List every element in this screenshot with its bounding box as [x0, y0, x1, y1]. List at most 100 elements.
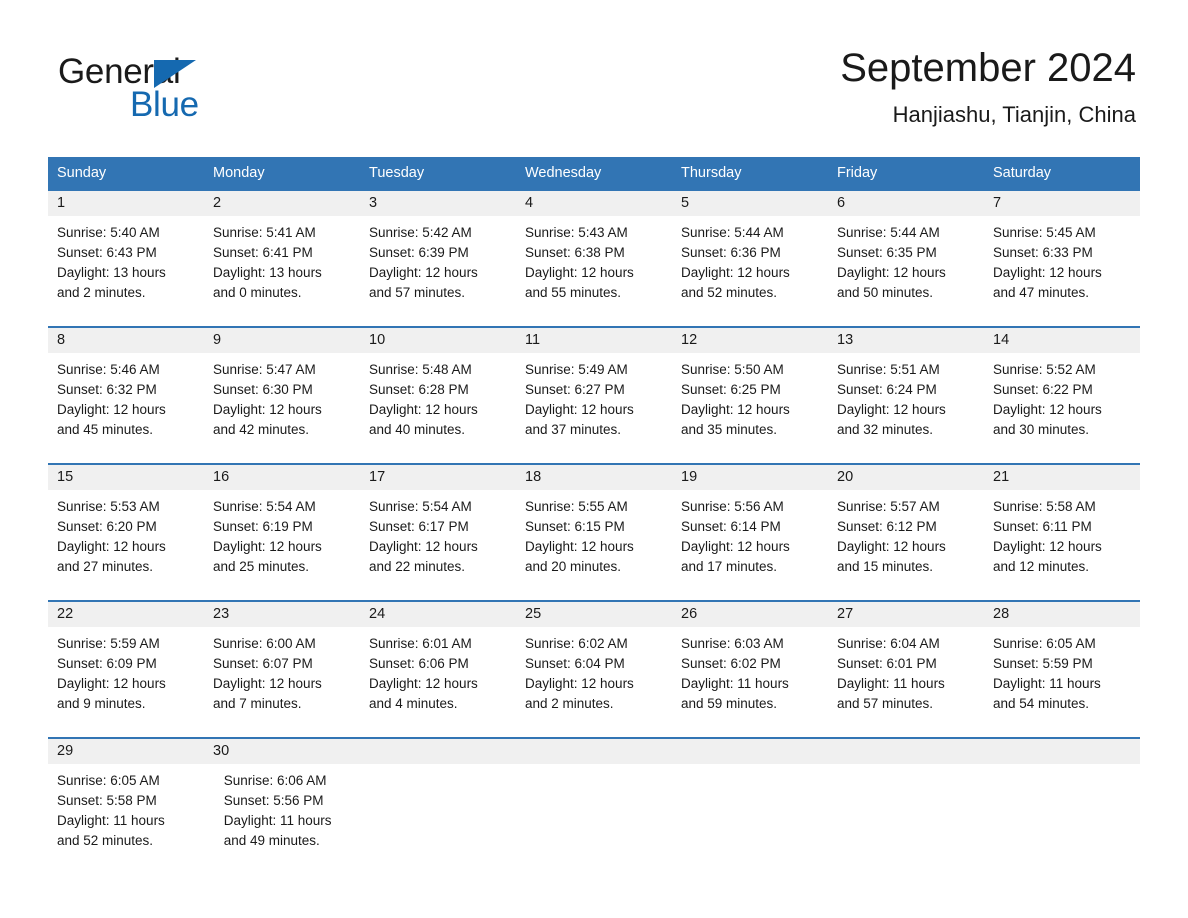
day-cell[interactable]: Sunrise: 5:53 AM Sunset: 6:20 PM Dayligh…	[48, 497, 204, 600]
day-number[interactable]: 13	[828, 328, 984, 353]
sunset-text: Sunset: 6:07 PM	[213, 656, 313, 671]
sunset-text: Sunset: 5:58 PM	[57, 793, 157, 808]
week-date-band: 8 9 10 11 12 13 14	[48, 328, 1140, 353]
daylight-text-line1: Daylight: 12 hours	[369, 676, 478, 691]
day-number[interactable]: 22	[48, 602, 204, 627]
daylight-text-line1: Daylight: 12 hours	[837, 539, 946, 554]
daylight-text-line2: and 30 minutes.	[993, 422, 1090, 437]
day-cell-empty	[988, 771, 1140, 874]
daylight-text-line2: and 9 minutes.	[57, 696, 146, 711]
sunset-text: Sunset: 6:27 PM	[525, 382, 625, 397]
day-number[interactable]: 27	[828, 602, 984, 627]
day-number[interactable]: 20	[828, 465, 984, 490]
sunrise-text: Sunrise: 5:48 AM	[369, 362, 472, 377]
weekday-header-sunday: Sunday	[57, 165, 107, 181]
day-cell[interactable]: Sunrise: 5:58 AM Sunset: 6:11 PM Dayligh…	[984, 497, 1140, 600]
day-cell[interactable]: Sunrise: 5:48 AM Sunset: 6:28 PM Dayligh…	[360, 360, 516, 463]
day-number[interactable]: 3	[360, 191, 516, 216]
sunrise-text: Sunrise: 6:05 AM	[57, 773, 160, 788]
sunset-text: Sunset: 6:28 PM	[369, 382, 469, 397]
day-cell[interactable]: Sunrise: 5:50 AM Sunset: 6:25 PM Dayligh…	[672, 360, 828, 463]
day-number[interactable]: 11	[516, 328, 672, 353]
daylight-text-line2: and 35 minutes.	[681, 422, 778, 437]
day-number[interactable]: 14	[984, 328, 1140, 353]
daylight-text-line2: and 7 minutes.	[213, 696, 302, 711]
day-cell[interactable]: Sunrise: 5:45 AM Sunset: 6:33 PM Dayligh…	[984, 223, 1140, 326]
week-detail-band: Sunrise: 5:40 AM Sunset: 6:43 PM Dayligh…	[48, 216, 1140, 326]
sunrise-text: Sunrise: 5:54 AM	[369, 499, 472, 514]
day-cell[interactable]: Sunrise: 6:05 AM Sunset: 5:58 PM Dayligh…	[48, 771, 215, 874]
day-number[interactable]: 17	[360, 465, 516, 490]
daylight-text-line2: and 15 minutes.	[837, 559, 934, 574]
day-number-empty	[672, 739, 828, 764]
generalblue-logo[interactable]: General Blue	[58, 52, 288, 124]
day-cell[interactable]: Sunrise: 5:47 AM Sunset: 6:30 PM Dayligh…	[204, 360, 360, 463]
day-number[interactable]: 21	[984, 465, 1140, 490]
day-number[interactable]: 9	[204, 328, 360, 353]
sunrise-text: Sunrise: 5:49 AM	[525, 362, 628, 377]
week-row: 8 9 10 11 12 13 14 Sunrise: 5:46 AM Suns…	[48, 326, 1140, 463]
day-cell[interactable]: Sunrise: 5:46 AM Sunset: 6:32 PM Dayligh…	[48, 360, 204, 463]
day-cell[interactable]: Sunrise: 6:01 AM Sunset: 6:06 PM Dayligh…	[360, 634, 516, 737]
sunset-text: Sunset: 6:22 PM	[993, 382, 1093, 397]
daylight-text-line2: and 17 minutes.	[681, 559, 778, 574]
daylight-text-line2: and 12 minutes.	[993, 559, 1090, 574]
day-number[interactable]: 8	[48, 328, 204, 353]
day-number[interactable]: 30	[204, 739, 360, 764]
day-number[interactable]: 16	[204, 465, 360, 490]
day-number[interactable]: 12	[672, 328, 828, 353]
day-cell[interactable]: Sunrise: 5:57 AM Sunset: 6:12 PM Dayligh…	[828, 497, 984, 600]
day-number[interactable]: 24	[360, 602, 516, 627]
day-cell[interactable]: Sunrise: 5:43 AM Sunset: 6:38 PM Dayligh…	[516, 223, 672, 326]
day-cell[interactable]: Sunrise: 5:40 AM Sunset: 6:43 PM Dayligh…	[48, 223, 204, 326]
sunrise-text: Sunrise: 5:53 AM	[57, 499, 160, 514]
day-cell[interactable]: Sunrise: 5:54 AM Sunset: 6:19 PM Dayligh…	[204, 497, 360, 600]
day-cell[interactable]: Sunrise: 6:03 AM Sunset: 6:02 PM Dayligh…	[672, 634, 828, 737]
day-cell[interactable]: Sunrise: 5:44 AM Sunset: 6:35 PM Dayligh…	[828, 223, 984, 326]
calendar-grid: Sunday Monday Tuesday Wednesday Thursday…	[48, 157, 1140, 874]
day-cell[interactable]: Sunrise: 5:55 AM Sunset: 6:15 PM Dayligh…	[516, 497, 672, 600]
day-number[interactable]: 23	[204, 602, 360, 627]
day-cell[interactable]: Sunrise: 5:51 AM Sunset: 6:24 PM Dayligh…	[828, 360, 984, 463]
title-block: September 2024 Hanjiashu, Tianjin, China	[840, 42, 1136, 130]
sunset-text: Sunset: 6:25 PM	[681, 382, 781, 397]
day-cell[interactable]: Sunrise: 6:04 AM Sunset: 6:01 PM Dayligh…	[828, 634, 984, 737]
weekday-header-tuesday: Tuesday	[369, 165, 425, 181]
day-cell[interactable]: Sunrise: 6:06 AM Sunset: 5:56 PM Dayligh…	[215, 771, 382, 874]
daylight-text-line1: Daylight: 11 hours	[993, 676, 1101, 691]
day-cell[interactable]: Sunrise: 5:49 AM Sunset: 6:27 PM Dayligh…	[516, 360, 672, 463]
day-cell[interactable]: Sunrise: 5:59 AM Sunset: 6:09 PM Dayligh…	[48, 634, 204, 737]
day-number[interactable]: 4	[516, 191, 672, 216]
sunset-text: Sunset: 6:41 PM	[213, 245, 313, 260]
day-number[interactable]: 19	[672, 465, 828, 490]
day-cell[interactable]: Sunrise: 6:05 AM Sunset: 5:59 PM Dayligh…	[984, 634, 1140, 737]
day-number[interactable]: 7	[984, 191, 1140, 216]
day-number[interactable]: 10	[360, 328, 516, 353]
sunset-text: Sunset: 6:36 PM	[681, 245, 781, 260]
day-cell[interactable]: Sunrise: 5:54 AM Sunset: 6:17 PM Dayligh…	[360, 497, 516, 600]
day-number[interactable]: 25	[516, 602, 672, 627]
day-cell[interactable]: Sunrise: 6:00 AM Sunset: 6:07 PM Dayligh…	[204, 634, 360, 737]
sunrise-text: Sunrise: 5:41 AM	[213, 225, 316, 240]
day-number[interactable]: 26	[672, 602, 828, 627]
sunrise-text: Sunrise: 5:52 AM	[993, 362, 1096, 377]
day-number[interactable]: 15	[48, 465, 204, 490]
day-cell[interactable]: Sunrise: 5:41 AM Sunset: 6:41 PM Dayligh…	[204, 223, 360, 326]
weekday-header-row: Sunday Monday Tuesday Wednesday Thursday…	[48, 157, 1140, 189]
day-number[interactable]: 1	[48, 191, 204, 216]
day-cell[interactable]: Sunrise: 5:52 AM Sunset: 6:22 PM Dayligh…	[984, 360, 1140, 463]
day-cell[interactable]: Sunrise: 6:02 AM Sunset: 6:04 PM Dayligh…	[516, 634, 672, 737]
day-cell[interactable]: Sunrise: 5:44 AM Sunset: 6:36 PM Dayligh…	[672, 223, 828, 326]
day-cell[interactable]: Sunrise: 5:42 AM Sunset: 6:39 PM Dayligh…	[360, 223, 516, 326]
day-number[interactable]: 29	[48, 739, 204, 764]
day-number[interactable]: 28	[984, 602, 1140, 627]
sunset-text: Sunset: 6:06 PM	[369, 656, 469, 671]
day-number[interactable]: 2	[204, 191, 360, 216]
sunset-text: Sunset: 6:11 PM	[993, 519, 1092, 534]
day-number[interactable]: 18	[516, 465, 672, 490]
week-row: 15 16 17 18 19 20 21 Sunrise: 5:53 AM Su…	[48, 463, 1140, 600]
sunrise-text: Sunrise: 6:06 AM	[223, 773, 327, 788]
day-cell[interactable]: Sunrise: 5:56 AM Sunset: 6:14 PM Dayligh…	[672, 497, 828, 600]
day-number[interactable]: 5	[672, 191, 828, 216]
day-number[interactable]: 6	[828, 191, 984, 216]
